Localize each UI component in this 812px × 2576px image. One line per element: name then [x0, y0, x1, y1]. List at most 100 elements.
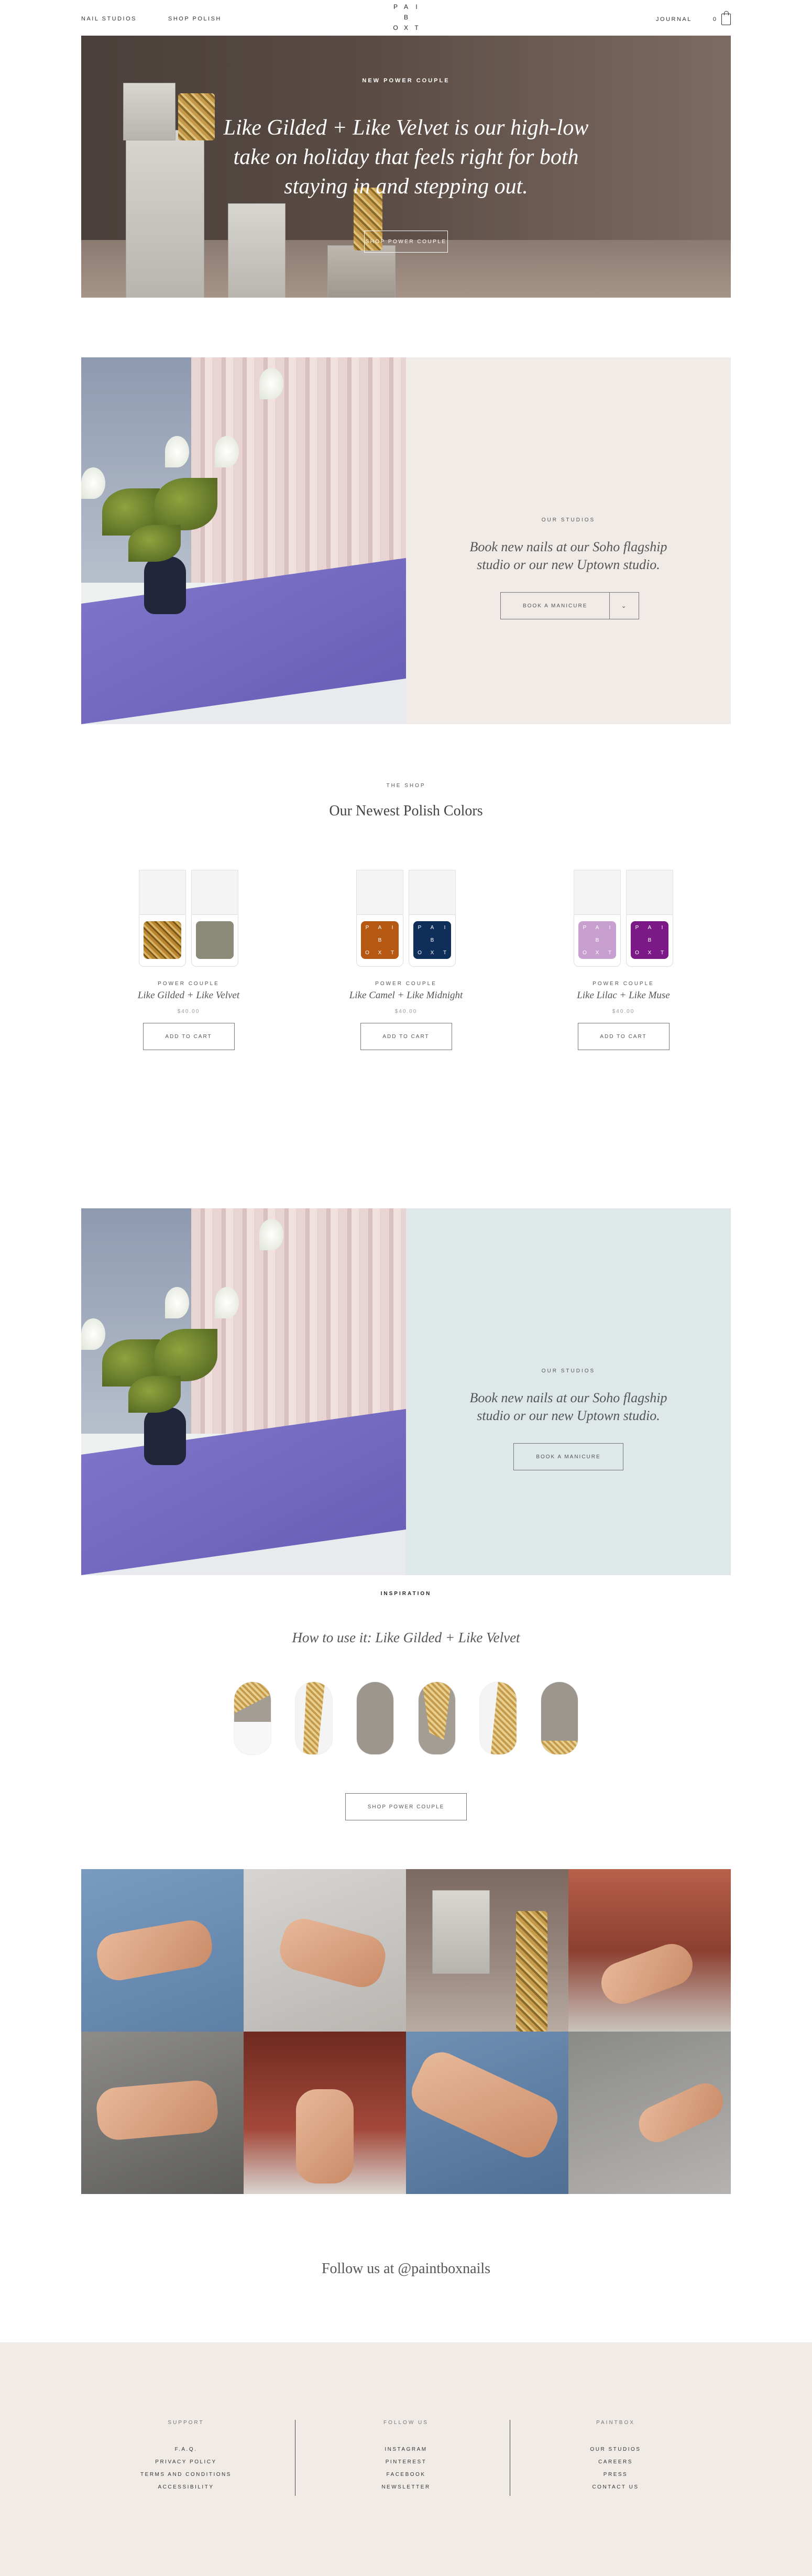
product-price: $40.00: [394, 1009, 418, 1014]
photo-flower: [215, 1287, 239, 1318]
nav-journal[interactable]: JOURNAL: [656, 16, 692, 23]
shop-eyebrow: THE SHOP: [386, 783, 426, 789]
gallery-photo[interactable]: [406, 2032, 568, 2194]
site-header: NAIL STUDIOS SHOP POLISH P A I B O X T J…: [0, 0, 812, 36]
studio-section: OUR STUDIOS Book new nails at our Soho f…: [81, 357, 731, 724]
footer-link-instagram[interactable]: INSTAGRAM: [299, 2443, 513, 2456]
shop-power-couple-button[interactable]: SHOP POWER COUPLE: [345, 1793, 467, 1820]
hero-title: Like Gilded + Like Velvet is our high-lo…: [223, 116, 589, 199]
polish-bottle: PAI B OXT: [626, 870, 673, 967]
product-card: PAI B OXT PAI B OXT POWER COUPLE Like Ca…: [333, 870, 479, 1050]
cart-button[interactable]: 0: [712, 11, 731, 25]
footer-column-support: SUPPORT F.A.Q. PRIVACY POLICY TERMS AND …: [79, 2420, 293, 2494]
gallery-photo[interactable]: [244, 1869, 406, 2032]
footer-link-careers[interactable]: CAREERS: [508, 2456, 723, 2469]
paintbox-logo[interactable]: P A I B O X T: [390, 3, 422, 31]
logo-letter: B: [403, 14, 408, 21]
polish-bottle: [139, 870, 186, 967]
hero-box-image: [123, 83, 175, 140]
nav-nail-studios[interactable]: NAIL STUDIOS: [81, 16, 137, 22]
nail-step-image: [479, 1682, 517, 1754]
photo-vase: [144, 556, 186, 614]
gallery-photo[interactable]: [244, 2032, 406, 2194]
footer-link-faq[interactable]: F.A.Q.: [79, 2443, 293, 2456]
footer-link-contact-us[interactable]: CONTACT US: [508, 2481, 723, 2494]
product-category: POWER COUPLE: [592, 981, 654, 987]
studio-panel: OUR STUDIOS Book new nails at our Soho f…: [406, 357, 731, 724]
logo-letter: [390, 14, 401, 21]
footer-link-accessibility[interactable]: ACCESSIBILITY: [79, 2481, 293, 2494]
logo-letter: O: [393, 24, 398, 31]
product-name[interactable]: Like Lilac + Like Muse: [550, 990, 697, 1001]
product-name[interactable]: Like Camel + Like Midnight: [333, 990, 479, 1001]
footer-link-facebook[interactable]: FACEBOOK: [299, 2469, 513, 2481]
product-image[interactable]: PAI B OXT PAI B OXT: [550, 870, 697, 975]
footer-link-press[interactable]: PRESS: [508, 2469, 723, 2481]
add-to-cart-button[interactable]: ADD TO CART: [360, 1023, 452, 1050]
footer-heading: PAINTBOX: [596, 2420, 635, 2426]
hero-banner: NEW POWER COUPLE Like Gilded + Like Velv…: [81, 36, 731, 298]
shop-title: Our Newest Polish Colors: [329, 803, 483, 819]
hero-stone-image: [327, 245, 396, 298]
shopping-bag-icon: [721, 11, 731, 25]
instagram-gallery: [81, 1869, 731, 2194]
product-image[interactable]: PAI B OXT PAI B OXT: [333, 870, 479, 975]
product-image[interactable]: [115, 870, 262, 975]
studio-photo: [81, 357, 406, 724]
nail-step-image: [541, 1682, 578, 1754]
studio-photo: [81, 1208, 406, 1575]
shop-power-couple-button[interactable]: SHOP POWER COUPLE: [364, 231, 448, 253]
secondary-nav: JOURNAL 0: [656, 11, 731, 25]
chevron-down-icon[interactable]: ⌄: [610, 593, 639, 619]
hero-box-image: [228, 203, 286, 298]
nail-step-image: [418, 1682, 455, 1754]
logo-letter: X: [403, 24, 408, 31]
gallery-photo[interactable]: [568, 2032, 731, 2194]
nav-shop-polish[interactable]: SHOP POLISH: [168, 16, 222, 22]
footer-column-follow: FOLLOW US INSTAGRAM PINTEREST FACEBOOK N…: [299, 2420, 513, 2494]
footer-heading: FOLLOW US: [383, 2420, 429, 2426]
footer-link-privacy-policy[interactable]: PRIVACY POLICY: [79, 2456, 293, 2469]
book-manicure-button[interactable]: BOOK A MANICURE: [501, 593, 610, 619]
footer-link-newsletter[interactable]: NEWSLETTER: [299, 2481, 513, 2494]
gallery-photo[interactable]: [81, 2032, 244, 2194]
logo-letter: A: [403, 3, 408, 10]
logo-letter: I: [415, 3, 418, 10]
primary-nav: NAIL STUDIOS SHOP POLISH: [81, 16, 222, 22]
add-to-cart-button[interactable]: ADD TO CART: [142, 1023, 235, 1050]
polish-bottle: PAI B OXT: [409, 870, 456, 967]
footer-link-pinterest[interactable]: PINTEREST: [299, 2456, 513, 2469]
photo-flower: [165, 1287, 189, 1318]
nail-step-image: [234, 1682, 271, 1754]
photo-flower: [165, 436, 189, 467]
logo-letter: P: [393, 3, 398, 10]
nail-step-image: [357, 1682, 394, 1754]
hero-eyebrow: NEW POWER COUPLE: [362, 78, 450, 84]
product-name[interactable]: Like Gilded + Like Velvet: [115, 990, 262, 1001]
footer-link-terms[interactable]: TERMS AND CONDITIONS: [79, 2469, 293, 2481]
photo-leaf: [128, 1376, 181, 1413]
inspiration-title: How to use it: Like Gilded + Like Velvet: [292, 1630, 520, 1645]
logo-letter: [411, 14, 422, 21]
photo-flower: [215, 436, 239, 467]
book-manicure-button[interactable]: BOOK A MANICURE: [513, 1443, 623, 1470]
gallery-photo[interactable]: [81, 1869, 244, 2032]
cart-count: 0: [712, 16, 716, 23]
studio-text: Book new nails at our Soho flagship stud…: [469, 539, 667, 572]
inspiration-eyebrow: INSPIRATION: [380, 1591, 432, 1597]
photo-vase: [144, 1407, 186, 1465]
product-category: POWER COUPLE: [158, 981, 220, 987]
gallery-photo[interactable]: [568, 1869, 731, 2032]
footer-link-our-studios[interactable]: OUR STUDIOS: [508, 2443, 723, 2456]
photo-leaf: [155, 1329, 217, 1381]
product-card: POWER COUPLE Like Gilded + Like Velvet $…: [115, 870, 262, 1050]
polish-bottle: PAI B OXT: [574, 870, 621, 967]
gallery-photo[interactable]: [406, 1869, 568, 2032]
photo-flower: [259, 368, 283, 399]
site-footer: SUPPORT F.A.Q. PRIVACY POLICY TERMS AND …: [0, 2342, 812, 2576]
photo-flower: [259, 1219, 283, 1250]
studio-panel: OUR STUDIOS Book new nails at our Soho f…: [406, 1208, 731, 1575]
add-to-cart-button[interactable]: ADD TO CART: [577, 1023, 670, 1050]
follow-us-heading[interactable]: Follow us at @paintboxnails: [0, 2261, 812, 2277]
studio-section: OUR STUDIOS Book new nails at our Soho f…: [81, 1208, 731, 1575]
